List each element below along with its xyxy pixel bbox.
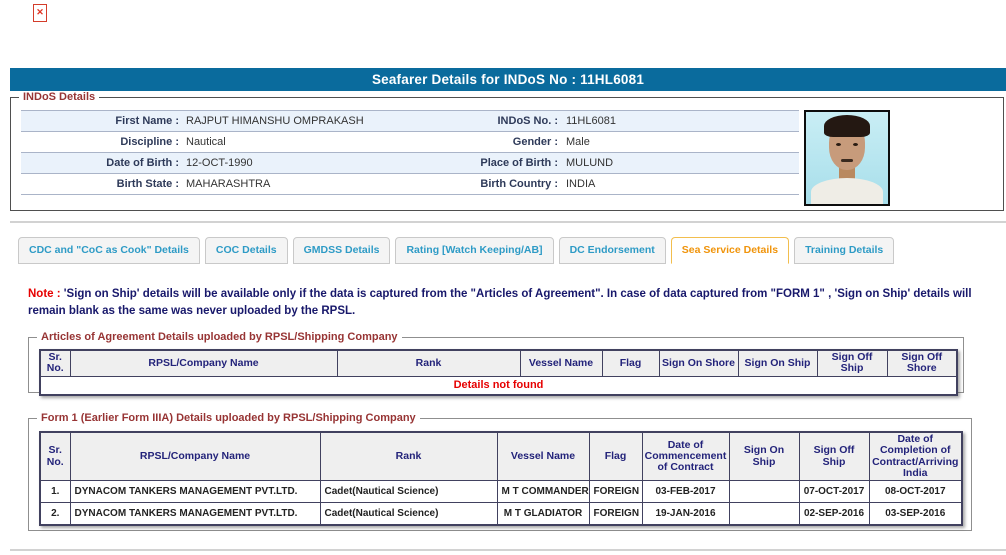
note-text: Note : 'Sign on Ship' details will be av…	[28, 286, 984, 321]
vessel-cell: M T COMMANDER	[497, 481, 589, 503]
sr-no-cell: 2.	[40, 503, 70, 526]
col-sr-no: Sr. No.	[40, 432, 70, 481]
form1-header-row: Sr. No. RPSL/Company Name Rank Vessel Na…	[40, 432, 962, 481]
date-of-birth-value: 12-OCT-1990	[179, 153, 472, 173]
tab-sea-service-details[interactable]: Sea Service Details	[671, 237, 789, 264]
vessel-cell: M T GLADIATOR	[497, 503, 589, 526]
seafarer-photo	[804, 110, 890, 206]
col-rpsl-company-name: RPSL/Company Name	[70, 432, 320, 481]
field-row: First Name : RAJPUT HIMANSHU OMPRAKASH I…	[21, 111, 799, 132]
title-bar: Seafarer Details for INDoS No : 11HL6081	[10, 68, 1006, 91]
commencement-date-cell: 19-JAN-2016	[642, 503, 729, 526]
articles-of-agreement-fieldset: Articles of Agreement Details uploaded b…	[28, 337, 964, 393]
col-vessel-name: Vessel Name	[520, 350, 602, 376]
discipline-value: Nautical	[179, 132, 472, 152]
indos-details-legend: INDoS Details	[19, 91, 99, 103]
broken-image-icon: ✕	[33, 4, 47, 22]
place-of-birth-label: Place of Birth :	[472, 153, 558, 173]
indos-no-label: INDoS No. :	[472, 111, 558, 131]
field-row: Date of Birth : 12-OCT-1990 Place of Bir…	[21, 153, 799, 174]
field-row: Birth State : MAHARASHTRA Birth Country …	[21, 174, 799, 195]
col-sign-off-ship: Sign Off Ship	[817, 350, 887, 376]
company-cell: DYNACOM TANKERS MANAGEMENT PVT.LTD.	[70, 503, 320, 526]
tab-cdc-coc-as-cook-details[interactable]: CDC and "CoC as Cook" Details	[18, 237, 200, 264]
tab-training-details[interactable]: Training Details	[794, 237, 894, 264]
completion-date-cell: 03-SEP-2016	[869, 503, 962, 526]
indos-no-value: 11HL6081	[558, 111, 799, 131]
tab-gmdss-details[interactable]: GMDSS Details	[293, 237, 391, 264]
rank-cell: Cadet(Nautical Science)	[320, 503, 497, 526]
col-sign-on-ship: Sign On Ship	[738, 350, 817, 376]
col-rank: Rank	[337, 350, 520, 376]
tab-rating-watch-keeping-ab[interactable]: Rating [Watch Keeping/AB]	[395, 237, 553, 264]
photo-mustache	[841, 159, 853, 162]
col-date-of-commencement: Date of Commencement of Contract	[642, 432, 729, 481]
sr-no-cell: 1.	[40, 481, 70, 503]
birth-country-label: Birth Country :	[472, 174, 558, 194]
flag-cell: FOREIGN	[589, 481, 642, 503]
sign-off-ship-cell: 02-SEP-2016	[799, 503, 869, 526]
discipline-label: Discipline :	[21, 132, 179, 152]
sign-on-ship-cell	[729, 503, 799, 526]
sign-on-ship-cell	[729, 481, 799, 503]
tab-coc-details[interactable]: COC Details	[205, 237, 288, 264]
field-row: Discipline : Nautical Gender : Male	[21, 132, 799, 153]
col-rpsl-company-name: RPSL/Company Name	[70, 350, 337, 376]
indos-fields: First Name : RAJPUT HIMANSHU OMPRAKASH I…	[21, 110, 799, 195]
tab-dc-endorsement[interactable]: DC Endorsement	[559, 237, 666, 264]
col-flag: Flag	[602, 350, 659, 376]
col-date-of-completion: Date of Completion of Contract/Arriving …	[869, 432, 962, 481]
form1-table: Sr. No. RPSL/Company Name Rank Vessel Na…	[39, 431, 963, 526]
birth-country-value: INDIA	[558, 174, 799, 194]
rank-cell: Cadet(Nautical Science)	[320, 481, 497, 503]
birth-state-value: MAHARASHTRA	[179, 174, 472, 194]
seafarer-details-page: ✕ Seafarer Details for INDoS No : 11HL60…	[0, 0, 1006, 555]
gender-value: Male	[558, 132, 799, 152]
col-sign-on-shore: Sign On Shore	[659, 350, 738, 376]
col-sign-off-ship: Sign Off Ship	[799, 432, 869, 481]
col-sign-off-shore: Sign Off Shore	[887, 350, 957, 376]
form1-fieldset: Form 1 (Earlier Form IIIA) Details uploa…	[28, 418, 972, 531]
table-row: 2. DYNACOM TANKERS MANAGEMENT PVT.LTD. C…	[40, 503, 962, 526]
flag-cell: FOREIGN	[589, 503, 642, 526]
page-title: Seafarer Details for INDoS No : 11HL6081	[372, 72, 644, 87]
col-rank: Rank	[320, 432, 497, 481]
gender-label: Gender :	[472, 132, 558, 152]
note-prefix: Note :	[28, 288, 61, 300]
photo-hair	[824, 115, 870, 137]
date-of-birth-label: Date of Birth :	[21, 153, 179, 173]
col-flag: Flag	[589, 432, 642, 481]
first-name-label: First Name :	[21, 111, 179, 131]
first-name-value: RAJPUT HIMANSHU OMPRAKASH	[179, 111, 472, 131]
horizontal-divider	[10, 549, 1006, 551]
sign-off-ship-cell: 07-OCT-2017	[799, 481, 869, 503]
place-of-birth-value: MULUND	[558, 153, 799, 173]
note-body: 'Sign on Ship' details will be available…	[28, 288, 972, 317]
details-not-found-message: Details not found	[40, 376, 957, 395]
articles-legend: Articles of Agreement Details uploaded b…	[37, 331, 402, 343]
table-row: Details not found	[40, 376, 957, 395]
articles-header-row: Sr. No. RPSL/Company Name Rank Vessel Na…	[40, 350, 957, 376]
horizontal-divider	[10, 221, 1006, 223]
col-sr-no: Sr. No.	[40, 350, 70, 376]
table-row: 1. DYNACOM TANKERS MANAGEMENT PVT.LTD. C…	[40, 481, 962, 503]
articles-table: Sr. No. RPSL/Company Name Rank Vessel Na…	[39, 349, 958, 396]
photo-eye	[853, 143, 858, 146]
commencement-date-cell: 03-FEB-2017	[642, 481, 729, 503]
col-vessel-name: Vessel Name	[497, 432, 589, 481]
col-sign-on-ship: Sign On Ship	[729, 432, 799, 481]
form1-legend: Form 1 (Earlier Form IIIA) Details uploa…	[37, 412, 420, 424]
photo-eye	[836, 143, 841, 146]
tab-strip: CDC and "CoC as Cook" Details COC Detail…	[18, 237, 894, 264]
completion-date-cell: 08-OCT-2017	[869, 481, 962, 503]
company-cell: DYNACOM TANKERS MANAGEMENT PVT.LTD.	[70, 481, 320, 503]
photo-shirt	[811, 178, 883, 206]
birth-state-label: Birth State :	[21, 174, 179, 194]
